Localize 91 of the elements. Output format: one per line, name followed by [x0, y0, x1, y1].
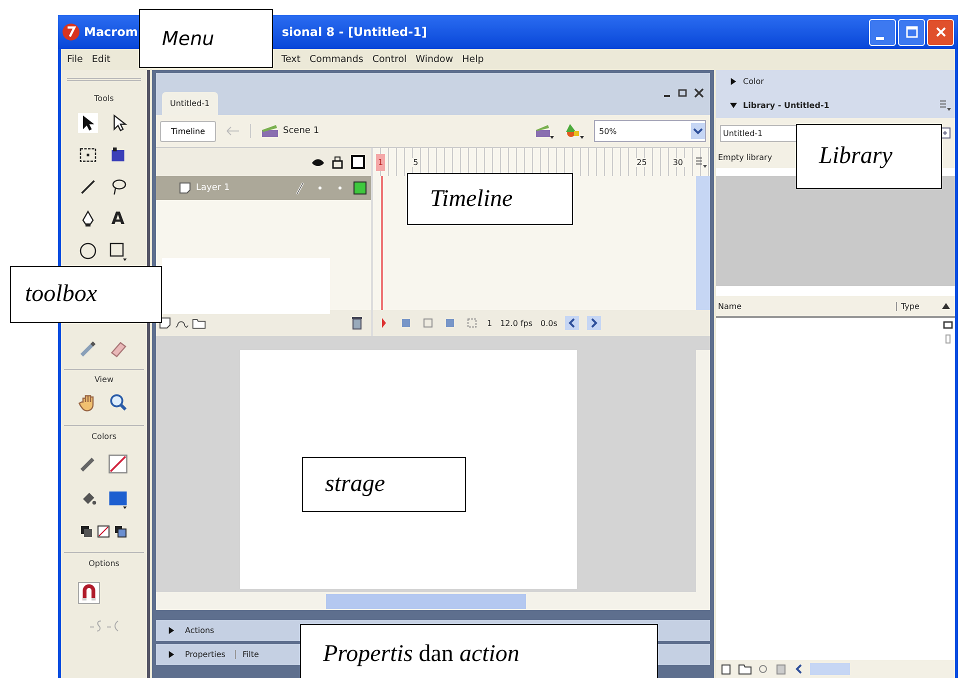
panel-header[interactable]: Color	[716, 70, 955, 92]
maximize-icon	[906, 26, 918, 38]
frame-rate: 12.0 fps	[500, 318, 533, 328]
restore-icon[interactable]	[678, 87, 688, 99]
annotation-tooltip: Menu	[139, 9, 273, 68]
eraser-tool-icon[interactable]	[108, 339, 128, 359]
options-menu-icon[interactable]	[939, 99, 951, 111]
onion-outline-icon[interactable]	[421, 316, 435, 330]
scroll-bar[interactable]	[156, 592, 710, 610]
menu-item[interactable]: Help	[462, 54, 484, 65]
expand-arrow-icon	[168, 627, 175, 634]
menu-item[interactable]: Control	[372, 54, 407, 65]
menu-item[interactable]: Window	[416, 54, 454, 65]
onion-skin-icon[interactable]	[399, 316, 413, 330]
stroke-swatch-icon[interactable]	[108, 454, 128, 474]
sort-arrow-icon[interactable]	[941, 301, 951, 311]
narrow-view-icon[interactable]	[943, 334, 953, 344]
oval-tool-icon[interactable]	[78, 241, 98, 261]
panel-header[interactable]: Library - Untitled-1	[716, 92, 955, 118]
menu-item[interactable]: Edit	[92, 54, 110, 65]
wide-view-icon[interactable]	[943, 320, 953, 330]
layer-icon	[178, 181, 192, 195]
magnet-icon[interactable]	[78, 582, 100, 604]
menu-item[interactable]: Commands	[310, 54, 364, 65]
fill-swatch-icon[interactable]	[108, 489, 128, 509]
trash-icon[interactable]	[351, 316, 363, 330]
rectangle-tool-icon[interactable]	[108, 241, 128, 261]
timeline-menu-icon[interactable]	[695, 156, 707, 168]
section-title: Colors	[91, 431, 117, 443]
default-colors-icon[interactable]	[80, 525, 94, 539]
zoom-tool-icon[interactable]	[108, 392, 128, 412]
frame-number: 1	[376, 154, 386, 170]
arrow-tool-icon[interactable]	[78, 113, 98, 133]
frame-number: 5	[411, 158, 420, 166]
new-layer-icon[interactable]	[158, 316, 172, 330]
text-tool[interactable]: A	[108, 209, 128, 229]
delete-icon[interactable]	[774, 662, 788, 676]
frame-number: 25	[634, 158, 649, 166]
scroll-bar[interactable]	[810, 663, 850, 675]
annotation-tooltip: Library	[796, 124, 942, 189]
scroll-right-icon[interactable]	[587, 316, 602, 330]
annotation-tooltip: Timeline	[407, 173, 573, 225]
folder-icon[interactable]	[192, 316, 206, 330]
timeline-button[interactable]: Timeline	[160, 120, 216, 142]
edit-frames-icon[interactable]	[443, 316, 457, 330]
frame-number: 30	[670, 158, 685, 166]
outline-icon[interactable]	[351, 155, 365, 169]
lock-icon[interactable]	[331, 155, 345, 169]
scene-link[interactable]: Scene 1	[250, 124, 320, 138]
minimize-icon	[876, 36, 884, 40]
onion-markers-icon[interactable]	[465, 316, 479, 330]
annotation-tooltip: toolbox	[10, 266, 162, 323]
current-frame: 1	[487, 318, 492, 328]
scene-icon	[261, 124, 280, 138]
symbol-menu-icon[interactable]	[564, 123, 584, 139]
transform-tool-icon[interactable]	[78, 145, 98, 165]
document-tab[interactable]: Untitled-1	[162, 92, 218, 115]
panel-tab[interactable]: Filte	[235, 650, 259, 659]
column-header[interactable]: Type	[897, 302, 941, 310]
minimize-button[interactable]	[869, 18, 896, 46]
swap-colors-icon[interactable]	[114, 525, 128, 539]
close-icon[interactable]	[694, 87, 704, 99]
section-title: View	[94, 374, 114, 386]
expand-arrow-icon	[730, 102, 737, 108]
close-button[interactable]	[927, 18, 954, 46]
maximize-button[interactable]	[898, 18, 925, 46]
smooth-icon	[88, 619, 102, 633]
window-title: sional 8 - [Untitled-1]	[282, 25, 427, 39]
expand-arrow-icon	[168, 651, 175, 658]
window-title: Macrom	[84, 25, 138, 39]
folder-icon[interactable]	[738, 662, 752, 676]
straighten-icon	[106, 619, 120, 633]
close-icon	[934, 26, 946, 38]
expand-arrow-icon	[730, 78, 737, 84]
eyedropper-tool-icon[interactable]	[78, 339, 98, 359]
app-logo-icon	[62, 23, 80, 41]
annotation-tooltip: Propertis dan action	[300, 624, 658, 678]
elapsed-time: 0.0s	[540, 318, 558, 328]
zoom-dropdown[interactable]: 50%	[594, 120, 706, 142]
section-title: Tools	[94, 93, 114, 105]
section-title: Options	[88, 558, 120, 570]
annotation-tooltip: strage	[302, 457, 466, 512]
scroll-left-icon[interactable]	[565, 316, 580, 330]
scene-menu-icon[interactable]	[534, 123, 554, 139]
menu-item[interactable]: Text	[281, 54, 301, 65]
scroll-bar[interactable]	[696, 176, 710, 310]
menu-item[interactable]: File	[67, 54, 83, 65]
outline-color-icon[interactable]	[353, 181, 367, 195]
no-color-icon[interactable]	[97, 525, 111, 539]
column-header[interactable]: Name	[716, 302, 897, 310]
scroll-bar[interactable]	[696, 350, 710, 592]
